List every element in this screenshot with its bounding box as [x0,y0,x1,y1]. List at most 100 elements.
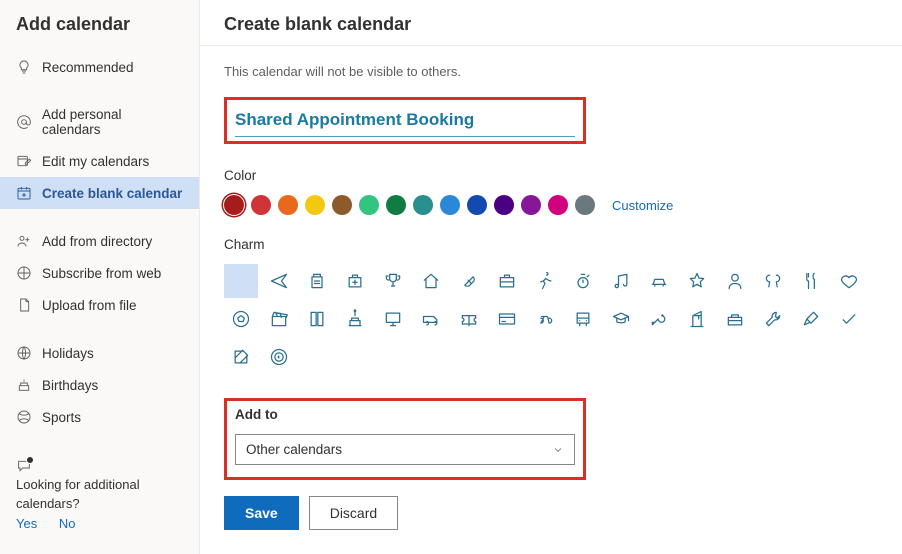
footer-yes-link[interactable]: Yes [16,516,37,531]
edit-calendars-icon [16,153,32,169]
graduation-icon[interactable] [604,302,638,336]
color-swatch[interactable] [440,195,460,215]
color-swatch[interactable] [467,195,487,215]
book-icon[interactable] [300,302,334,336]
sidebar-item-label: Upload from file [42,298,137,313]
color-swatch[interactable] [332,195,352,215]
sidebar-item-subscribe-web[interactable]: Subscribe from web [0,257,199,289]
add-to-select[interactable]: Other calendars [235,434,575,465]
van-icon[interactable] [414,302,448,336]
footer-no-link[interactable]: No [59,516,76,531]
sidebar-item-upload-file[interactable]: Upload from file [0,289,199,321]
color-swatch-row: Customize [224,195,878,215]
running-icon[interactable] [528,264,562,298]
footer-question: Looking for additional calendars? [16,475,183,514]
sidebar-item-add-personal[interactable]: Add personal calendars [0,99,199,145]
color-swatch[interactable] [413,195,433,215]
bike-icon[interactable] [528,302,562,336]
home-icon[interactable] [414,264,448,298]
customize-link[interactable]: Customize [612,198,673,213]
color-swatch[interactable] [359,195,379,215]
chevron-down-icon [552,444,564,456]
color-swatch[interactable] [386,195,406,215]
none-icon[interactable] [224,264,258,298]
sidebar-item-label: Subscribe from web [42,266,161,281]
feedback-icon [16,458,32,474]
stopwatch-icon[interactable] [566,264,600,298]
color-swatch[interactable] [251,195,271,215]
sidebar-item-edit-calendars[interactable]: Edit my calendars [0,145,199,177]
ticket-icon[interactable] [452,302,486,336]
car-icon[interactable] [642,264,676,298]
bus-icon[interactable] [566,302,600,336]
color-swatch[interactable] [548,195,568,215]
blank-calendar-icon [16,185,32,201]
sidebar-item-add-directory[interactable]: Add from directory [0,225,199,257]
person-icon[interactable] [718,264,752,298]
sidebar-item-recommended[interactable]: Recommended [0,51,199,83]
balloons-icon[interactable] [756,264,790,298]
color-swatch[interactable] [305,195,325,215]
add-to-value: Other calendars [246,442,342,457]
toolbox-icon[interactable] [718,302,752,336]
main-panel: Create blank calendar This calendar will… [200,0,902,554]
color-swatch[interactable] [575,195,595,215]
checkmark-icon[interactable] [832,302,866,336]
discard-button[interactable]: Discard [309,496,398,530]
sidebar-item-create-blank[interactable]: Create blank calendar [0,177,199,209]
sidebar-item-label: Sports [42,410,81,425]
sidebar-item-label: Recommended [42,60,134,75]
color-swatch[interactable] [278,195,298,215]
sidebar-footer: Looking for additional calendars? Yes No [0,449,199,533]
people-directory-icon [16,233,32,249]
charm-grid [224,264,878,374]
charm-label: Charm [224,237,878,252]
birthday-cake-icon[interactable] [338,302,372,336]
paintbrush-icon[interactable] [794,302,828,336]
color-label: Color [224,168,878,183]
compose-icon[interactable] [224,340,258,374]
clipboard-icon[interactable] [300,264,334,298]
link-icon [16,265,32,281]
wrench-icon[interactable] [756,302,790,336]
sidebar-item-sports[interactable]: Sports [0,401,199,433]
cake-icon [16,377,32,393]
heart-icon[interactable] [832,264,866,298]
lightbulb-icon [16,59,32,75]
target-icon[interactable] [262,340,296,374]
file-upload-icon [16,297,32,313]
sidebar-item-label: Birthdays [42,378,98,393]
monitor-icon[interactable] [376,302,410,336]
save-button[interactable]: Save [224,496,299,530]
clapboard-icon[interactable] [262,302,296,336]
soccer-icon[interactable] [224,302,258,336]
add-to-label: Add to [235,407,575,422]
sidebar-item-label: Holidays [42,346,94,361]
page-title: Create blank calendar [200,0,902,45]
sidebar-item-label: Add personal calendars [42,107,183,137]
credit-card-icon[interactable] [490,302,524,336]
star-icon[interactable] [680,264,714,298]
sports-icon [16,409,32,425]
color-swatch[interactable] [224,195,244,215]
color-swatch[interactable] [494,195,514,215]
globe-icon [16,345,32,361]
medkit-icon[interactable] [338,264,372,298]
color-swatch[interactable] [521,195,541,215]
key-icon[interactable] [642,302,676,336]
sidebar-item-birthdays[interactable]: Birthdays [0,369,199,401]
trophy-icon[interactable] [376,264,410,298]
sidebar-item-label: Create blank calendar [42,186,182,201]
briefcase-icon[interactable] [490,264,524,298]
sidebar-title: Add calendar [0,10,199,51]
fork-knife-icon[interactable] [794,264,828,298]
crane-icon[interactable] [680,302,714,336]
at-sign-icon [16,114,32,130]
calendar-name-input[interactable] [235,106,575,137]
plane-icon[interactable] [262,264,296,298]
sidebar-item-holidays[interactable]: Holidays [0,337,199,369]
pill-icon[interactable] [452,264,486,298]
visibility-note: This calendar will not be visible to oth… [224,64,878,79]
add-to-highlight: Add to Other calendars [224,398,586,480]
music-icon[interactable] [604,264,638,298]
